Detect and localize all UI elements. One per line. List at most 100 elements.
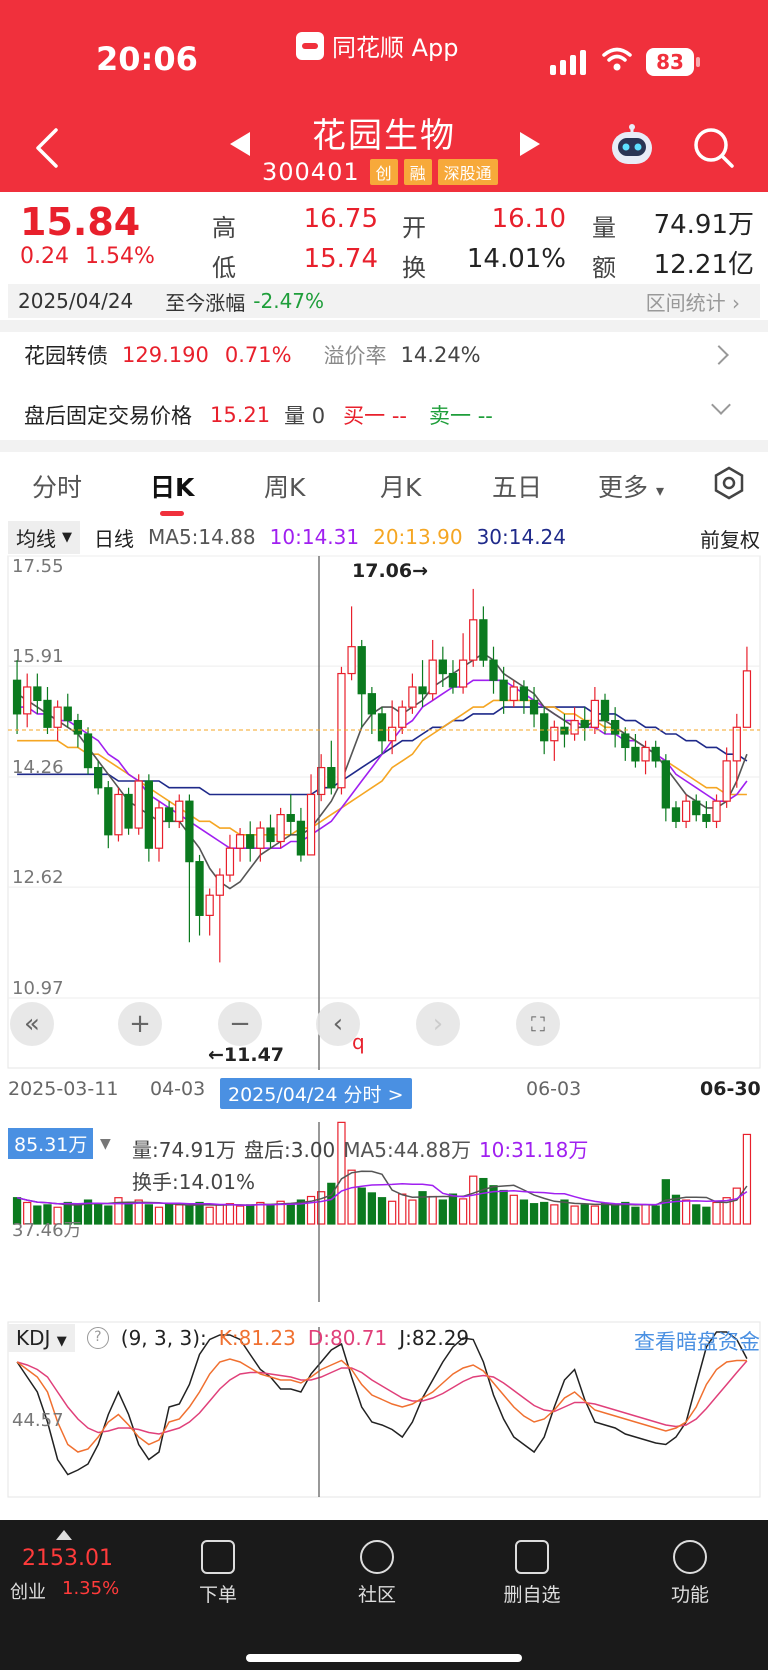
- volume-bar: [256, 1201, 265, 1225]
- volume-bar: [519, 1199, 529, 1225]
- candle: [23, 686, 32, 715]
- status-time: 20:06: [96, 40, 198, 78]
- zoom-out-button[interactable]: −: [218, 1002, 262, 1046]
- help-icon[interactable]: ?: [86, 1327, 109, 1349]
- candle: [205, 894, 214, 916]
- candle: [357, 646, 366, 695]
- candle: [53, 706, 62, 728]
- volume-bar: [509, 1194, 518, 1225]
- nav-community[interactable]: 社区: [327, 1540, 427, 1607]
- premium-label: 溢价率: [323, 344, 387, 368]
- tab-five-day[interactable]: 五日: [492, 468, 542, 504]
- volume-bar: [114, 1197, 123, 1225]
- selected-date-button[interactable]: 2025/04/24 分时 >: [220, 1078, 412, 1109]
- active-tab-indicator: [160, 511, 184, 516]
- volume-bar: [570, 1205, 579, 1225]
- kline-chart[interactable]: 17.5515.9114.2612.6210.97: [0, 552, 768, 1512]
- volume-bar: [428, 1195, 437, 1225]
- settings-hexagon-icon[interactable]: [712, 466, 746, 500]
- candle: [519, 686, 529, 702]
- candle: [509, 686, 518, 702]
- tab-monthly-k[interactable]: 月K: [380, 468, 421, 504]
- volume-bar: [215, 1204, 224, 1225]
- volume-bar: [469, 1175, 478, 1225]
- volume-bar: [651, 1205, 660, 1225]
- signal-icon: [550, 50, 586, 75]
- candle: [94, 766, 103, 789]
- candle: [732, 726, 741, 762]
- assistant-robot-icon[interactable]: [608, 124, 656, 168]
- candle: [256, 827, 265, 849]
- volume-label: 量: [592, 214, 616, 242]
- nav-order[interactable]: 下单: [168, 1540, 268, 1607]
- candle: [611, 719, 620, 735]
- chevron-right-icon[interactable]: [709, 345, 729, 365]
- kdj-k: K:81.23: [218, 1326, 296, 1350]
- premium-value: 14.24%: [400, 343, 481, 367]
- after-hours-row[interactable]: 盘后固定交易价格 15.21 量 0 买一 -- 卖一 --: [24, 400, 493, 430]
- range-pct: -2.47%: [253, 289, 325, 313]
- bond-name: 花园转债: [24, 344, 108, 368]
- candle: [175, 800, 184, 822]
- tab-fenshi[interactable]: 分时: [32, 468, 82, 504]
- tag-rong: 融: [403, 159, 432, 185]
- kdj-select[interactable]: KDJ ▼: [8, 1324, 75, 1352]
- nav-remove-watchlist[interactable]: 删自选: [482, 1540, 582, 1607]
- tag-chuang: 创: [369, 159, 398, 185]
- buy-one: 买一 --: [343, 404, 408, 428]
- fast-back-button[interactable]: «: [10, 1002, 54, 1046]
- candle: [479, 619, 488, 661]
- next-day-button[interactable]: ›: [416, 1002, 460, 1046]
- dark-pool-link[interactable]: 查看暗盘资金: [634, 1326, 760, 1356]
- candle: [134, 780, 143, 829]
- candle: [164, 807, 174, 822]
- candle: [235, 834, 245, 849]
- next-stock-button[interactable]: [520, 132, 540, 156]
- volume-bar: [104, 1205, 113, 1225]
- event-marker-icon[interactable]: q: [352, 1030, 365, 1054]
- range-date-bar[interactable]: 2025/04/24 至今涨幅 -2.47% 区间统计 ›: [8, 284, 760, 318]
- convertible-bond-row[interactable]: 花园转债 129.190 0.71% 溢价率 14.24%: [24, 340, 481, 370]
- candle: [377, 713, 387, 742]
- price-tick-label: 10.97: [12, 978, 64, 999]
- volume-bar: [681, 1199, 691, 1225]
- volume-bar: [590, 1205, 600, 1225]
- search-icon[interactable]: [692, 126, 734, 168]
- candle: [540, 713, 549, 742]
- high-annotation: 17.06→: [352, 560, 429, 582]
- turnover-label: 换: [402, 254, 426, 282]
- tab-weekly-k[interactable]: 周K: [264, 468, 305, 504]
- volume-bar: [438, 1199, 447, 1225]
- app-icon: [296, 31, 324, 60]
- volume-bar: [327, 1182, 336, 1225]
- price-change: 0.24 1.54%: [20, 244, 155, 269]
- range-stat-link[interactable]: 区间统计 ›: [646, 287, 740, 316]
- home-indicator: [246, 1654, 522, 1662]
- candle: [104, 787, 113, 836]
- nav-functions[interactable]: 功能: [640, 1540, 740, 1607]
- volume-dropdown-icon[interactable]: ▼: [100, 1136, 111, 1152]
- expand-up-icon[interactable]: [56, 1530, 72, 1540]
- chevron-down-icon[interactable]: [711, 395, 731, 415]
- sell-one: 卖一 --: [429, 404, 493, 428]
- volume-max-tag: 85.31万: [8, 1128, 94, 1159]
- document-icon: [201, 1540, 235, 1574]
- fullscreen-button[interactable]: ⛶: [516, 1002, 560, 1046]
- date-axis-end: 06-30: [700, 1078, 761, 1100]
- indicator-select[interactable]: 均线 ▼: [8, 520, 80, 554]
- volume-bar: [448, 1193, 458, 1225]
- candle: [266, 827, 275, 843]
- period-tabs: 分时 日K 周K 月K 五日 更多 ▾: [0, 460, 768, 516]
- tab-daily-k[interactable]: 日K: [150, 468, 194, 504]
- volume-ma5: MA5:44.88万: [343, 1138, 471, 1162]
- candle: [83, 733, 93, 769]
- candle: [570, 719, 579, 735]
- volume-bar: [742, 1133, 752, 1225]
- candle: [671, 807, 681, 822]
- zoom-in-button[interactable]: +: [118, 1002, 162, 1046]
- adjust-mode[interactable]: 前复权: [700, 524, 760, 553]
- range-date: 2025/04/24: [18, 289, 134, 313]
- index-value[interactable]: 2153.01: [22, 1546, 113, 1571]
- candle: [550, 726, 559, 742]
- tab-more[interactable]: 更多 ▾: [598, 468, 664, 504]
